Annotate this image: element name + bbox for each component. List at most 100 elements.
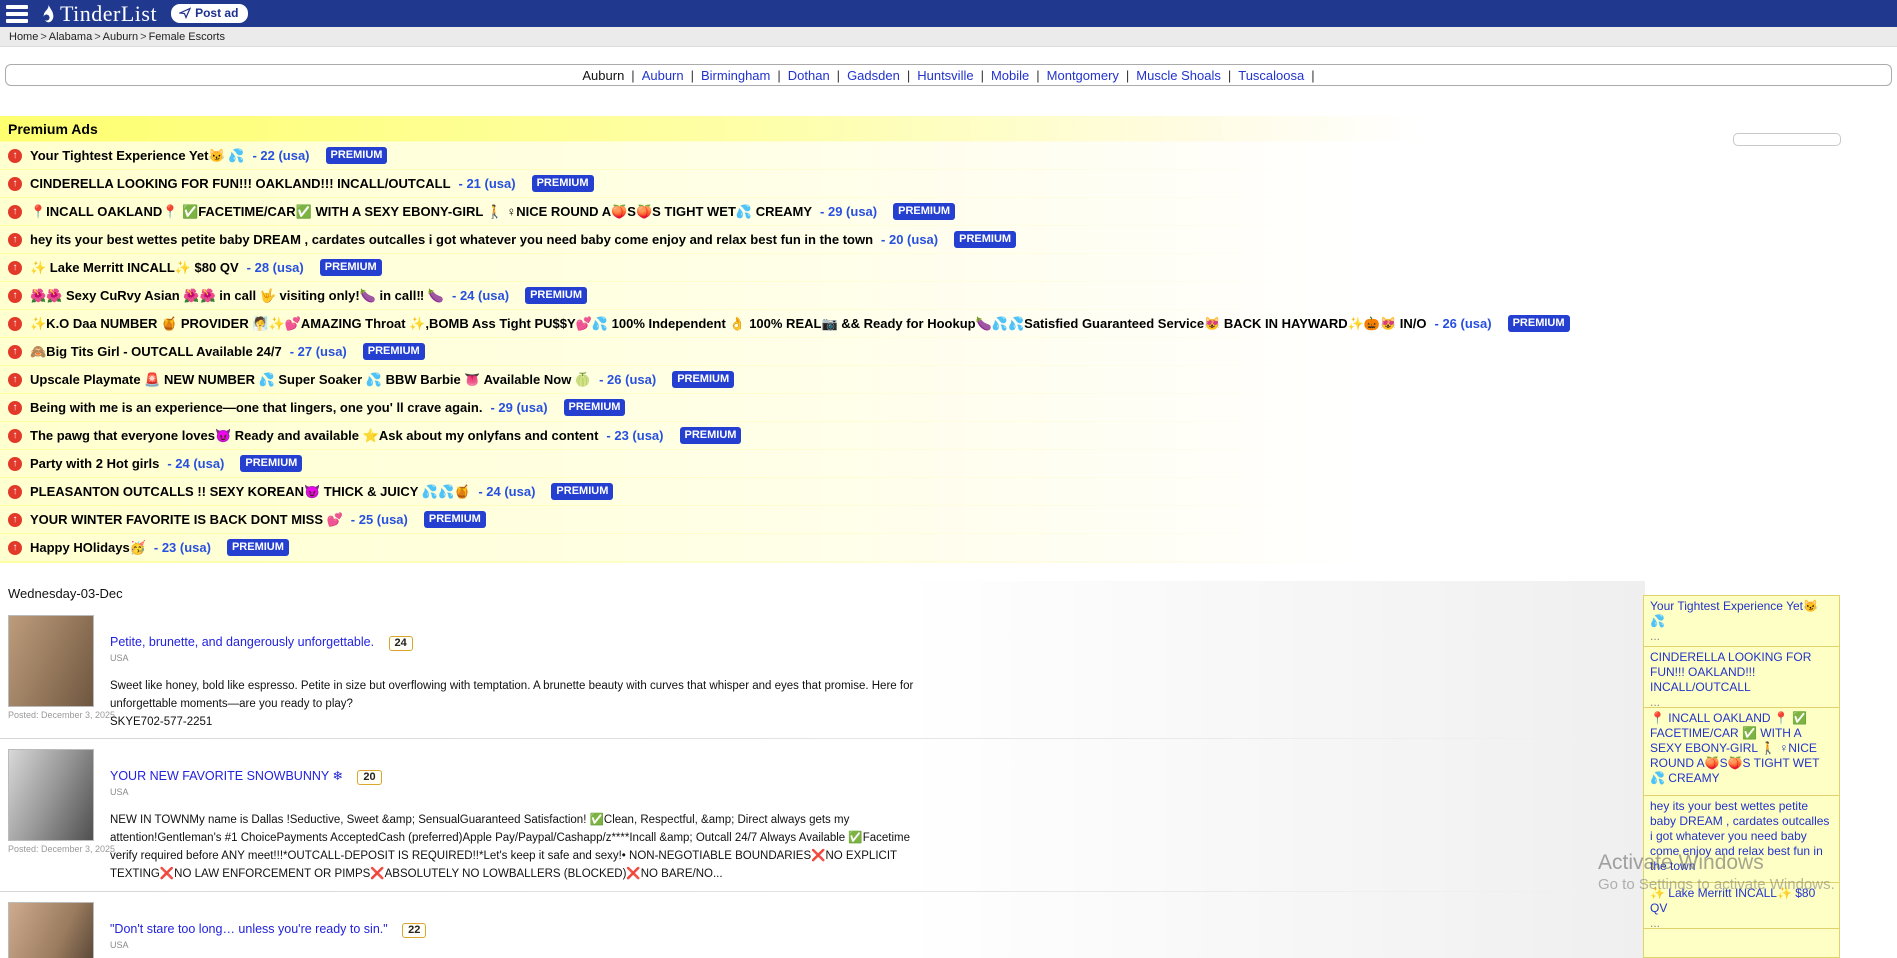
up-arrow-icon: ↑	[8, 541, 22, 555]
listing-thumbnail[interactable]	[8, 902, 94, 958]
listing-title-link[interactable]: YOUR NEW FAVORITE SNOWBUNNY ❄	[110, 769, 343, 783]
premium-badge: PREMIUM	[551, 483, 613, 500]
breadcrumb-city[interactable]: Auburn	[103, 31, 138, 43]
up-arrow-icon: ↑	[8, 457, 22, 471]
premium-ad-age[interactable]: - 24 (usa)	[452, 288, 509, 303]
premium-ad-title[interactable]: Being with me is an experience—one that …	[30, 400, 482, 415]
premium-ad-row: ↑ Your Tightest Experience Yet😼 💦 - 22 (…	[0, 142, 1897, 169]
city-link-muscle-shoals[interactable]: Muscle Shoals	[1136, 68, 1221, 83]
city-link-gadsden[interactable]: Gadsden	[847, 68, 900, 83]
city-link-tuscaloosa[interactable]: Tuscaloosa	[1238, 68, 1304, 83]
brand-name: TinderList	[60, 1, 157, 27]
premium-ad-age[interactable]: - 26 (usa)	[1435, 316, 1492, 331]
city-link-birmingham[interactable]: Birmingham	[701, 68, 770, 83]
premium-badge: PREMIUM	[1508, 315, 1570, 332]
up-arrow-icon: ↑	[8, 317, 22, 331]
listing-contact: SKYE702-577-2251	[110, 714, 920, 732]
up-arrow-icon: ↑	[8, 261, 22, 275]
city-link-auburn[interactable]: Auburn	[642, 68, 684, 83]
sidebar-premium-box[interactable]: hey its your best wettes petite baby DRE…	[1643, 795, 1840, 892]
listing-title-link[interactable]: "Don't stare too long… unless you're rea…	[110, 922, 388, 936]
brand-logo[interactable]: TinderList	[40, 1, 157, 27]
listing-thumbnail[interactable]	[8, 749, 94, 841]
city-link-dothan[interactable]: Dothan	[788, 68, 830, 83]
premium-ad-row: ↑ Being with me is an experience—one tha…	[0, 394, 1897, 421]
premium-badge: PREMIUM	[954, 231, 1016, 248]
premium-badge: PREMIUM	[672, 371, 734, 388]
premium-ad-age[interactable]: - 23 (usa)	[606, 428, 663, 443]
premium-ad-age[interactable]: - 20 (usa)	[881, 232, 938, 247]
sidebar-premium-box[interactable]: ✨ Lake Merritt INCALL✨ $80 QV ...	[1643, 882, 1840, 934]
up-arrow-icon: ↑	[8, 233, 22, 247]
premium-ad-row: ↑ Upscale Playmate 🚨 NEW NUMBER 💦 Super …	[0, 366, 1897, 393]
up-arrow-icon: ↑	[8, 177, 22, 191]
sidebar-box-text: ✨ Lake Merritt INCALL✨ $80 QV	[1650, 886, 1833, 916]
premium-ad-age[interactable]: - 24 (usa)	[478, 484, 535, 499]
post-ad-button[interactable]: Post ad	[171, 4, 248, 23]
city-link-huntsville[interactable]: Huntsville	[917, 68, 973, 83]
sidebar-box-ellipsis: ...	[1650, 629, 1833, 644]
up-arrow-icon: ↑	[8, 289, 22, 303]
hamburger-menu-icon[interactable]	[6, 5, 28, 23]
premium-badge: PREMIUM	[424, 511, 486, 528]
sidebar-premium-box[interactable]: 📍 INCALL OAKLAND 📍 ✅ FACETIME/CAR ✅ WITH…	[1643, 707, 1840, 804]
up-arrow-icon: ↑	[8, 149, 22, 163]
listings-feed: Wednesday-03-Dec Posted: December 3, 202…	[0, 581, 1645, 958]
premium-ad-title[interactable]: hey its your best wettes petite baby DRE…	[30, 232, 873, 247]
premium-ad-title[interactable]: 📍INCALL OAKLAND📍 ✅FACETIME/CAR✅ WITH A S…	[30, 204, 812, 220]
premium-ad-row: ↑ hey its your best wettes petite baby D…	[0, 226, 1897, 253]
premium-ad-age[interactable]: - 24 (usa)	[167, 456, 224, 471]
premium-ad-row: ↑ Happy HOlidays🥳 - 23 (usa) PREMIUM	[0, 534, 1897, 561]
listing-title-link[interactable]: Petite, brunette, and dangerously unforg…	[110, 635, 374, 649]
premium-ad-title[interactable]: 🙈Big Tits Girl - OUTCALL Available 24/7	[30, 344, 282, 360]
mini-search-box[interactable]	[1733, 133, 1841, 146]
premium-ad-row: ↑ YOUR WINTER FAVORITE IS BACK DONT MISS…	[0, 506, 1897, 533]
premium-ad-row: ↑ PLEASANTON OUTCALLS !! SEXY KOREAN😈 TH…	[0, 478, 1897, 505]
premium-ad-title[interactable]: Your Tightest Experience Yet😼 💦	[30, 148, 244, 164]
premium-ad-age[interactable]: - 29 (usa)	[490, 400, 547, 415]
breadcrumb-state[interactable]: Alabama	[49, 31, 92, 43]
premium-ad-age[interactable]: - 29 (usa)	[820, 204, 877, 219]
listing-thumbnail[interactable]	[8, 615, 94, 707]
premium-ad-age[interactable]: - 23 (usa)	[154, 540, 211, 555]
premium-ad-title[interactable]: YOUR WINTER FAVORITE IS BACK DONT MISS 💕	[30, 512, 343, 528]
listing-separator	[0, 738, 1645, 739]
premium-ad-title[interactable]: 🌺🌺 Sexy CuRvy Asian 🌺🌺 in call 🤟 visitin…	[30, 288, 444, 304]
breadcrumb-home[interactable]: Home	[9, 31, 38, 43]
up-arrow-icon: ↑	[8, 345, 22, 359]
posted-date: Posted: December 3, 2025	[8, 844, 96, 854]
premium-ad-title[interactable]: PLEASANTON OUTCALLS !! SEXY KOREAN😈 THIC…	[30, 484, 470, 500]
premium-badge: PREMIUM	[326, 147, 388, 164]
premium-ad-title[interactable]: CINDERELLA LOOKING FOR FUN!!! OAKLAND!!!…	[30, 176, 451, 191]
premium-ad-age[interactable]: - 28 (usa)	[247, 260, 304, 275]
premium-ad-age[interactable]: - 21 (usa)	[459, 176, 516, 191]
sidebar-premium-box[interactable]: Your Tightest Experience Yet😼 💦 ...	[1643, 595, 1840, 647]
city-link-mobile[interactable]: Mobile	[991, 68, 1029, 83]
premium-ad-age[interactable]: - 26 (usa)	[599, 372, 656, 387]
premium-ad-title[interactable]: Party with 2 Hot girls	[30, 456, 159, 471]
premium-ad-title[interactable]: Happy HOlidays🥳	[30, 540, 146, 556]
up-arrow-icon: ↑	[8, 513, 22, 527]
breadcrumb: Home > Alabama > Auburn > Female Escorts	[0, 27, 1897, 47]
sidebar-box-text: Your Tightest Experience Yet😼 💦	[1650, 599, 1833, 629]
premium-ad-row: ↑ 🌺🌺 Sexy CuRvy Asian 🌺🌺 in call 🤟 visit…	[0, 282, 1897, 309]
premium-ad-age[interactable]: - 25 (usa)	[351, 512, 408, 527]
premium-badge: PREMIUM	[525, 287, 587, 304]
premium-badge: PREMIUM	[532, 175, 594, 192]
up-arrow-icon: ↑	[8, 373, 22, 387]
premium-ad-age[interactable]: - 27 (usa)	[290, 344, 347, 359]
sidebar-premium-box[interactable]	[1643, 928, 1840, 958]
sidebar-box-text: hey its your best wettes petite baby DRE…	[1650, 799, 1833, 874]
breadcrumb-category[interactable]: Female Escorts	[149, 31, 225, 43]
premium-ad-title[interactable]: ✨ Lake Merritt INCALL✨ $80 QV	[30, 260, 239, 276]
listing-country: USA	[110, 653, 920, 663]
premium-ad-title[interactable]: The pawg that everyone loves😈 Ready and …	[30, 428, 598, 444]
premium-ad-title[interactable]: Upscale Playmate 🚨 NEW NUMBER 💦 Super So…	[30, 372, 591, 388]
age-badge: 22	[402, 923, 426, 938]
premium-ad-title[interactable]: ✨K.O Daa NUMBER 🍯 PROVIDER 🧖✨💕AMAZING Th…	[30, 316, 1427, 332]
up-arrow-icon: ↑	[8, 429, 22, 443]
sidebar-premium-box[interactable]: CINDERELLA LOOKING FOR FUN!!! OAKLAND!!!…	[1643, 646, 1840, 713]
premium-ads-section: Premium Ads ↑ Your Tightest Experience Y…	[0, 116, 1897, 563]
premium-ad-age[interactable]: - 22 (usa)	[252, 148, 309, 163]
city-link-montgomery[interactable]: Montgomery	[1047, 68, 1119, 83]
